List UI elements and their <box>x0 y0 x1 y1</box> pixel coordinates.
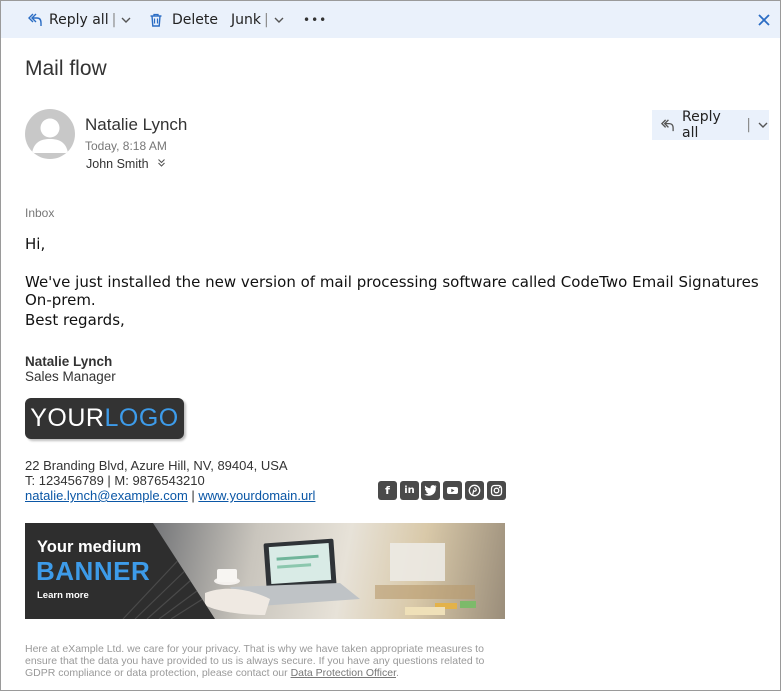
junk-label: Junk <box>231 11 261 28</box>
banner-headline: BANNER <box>36 556 151 586</box>
delete-button[interactable]: Delete <box>148 1 218 38</box>
privacy-end: . <box>396 667 399 679</box>
company-logo: YOUR LOGO <box>25 398 184 439</box>
message-date: Today, 8:18 AM <box>85 139 167 153</box>
signature-banner[interactable]: Your medium BANNER Learn more <box>25 523 505 619</box>
junk-button[interactable]: Junk | <box>231 1 285 38</box>
expand-recipients-icon[interactable] <box>157 157 166 171</box>
signature-address: 22 Branding Blvd, Azure Hill, NV, 89404,… <box>25 458 288 473</box>
facebook-icon[interactable]: f <box>378 481 397 500</box>
twitter-icon[interactable] <box>421 481 440 500</box>
folder-label: Inbox <box>25 206 55 220</box>
message-toolbar: Reply all | Delete Junk | ••• <box>1 1 780 38</box>
split-divider: | <box>111 11 117 28</box>
recipients[interactable]: John Smith <box>86 157 166 171</box>
logo-text-logo: LOGO <box>104 404 179 432</box>
reply-all-icon <box>660 118 675 133</box>
data-protection-officer-link[interactable]: Data Protection Officer <box>291 667 396 679</box>
signature-phones: T: 123456789 | M: 9876543210 <box>25 473 205 488</box>
more-icon: ••• <box>303 12 328 27</box>
logo-text-your: YOUR <box>30 404 105 432</box>
link-separator: | <box>187 488 199 503</box>
signature-name: Natalie Lynch <box>25 354 113 369</box>
recipient-name: John Smith <box>86 157 149 171</box>
reply-all-icon <box>27 12 43 28</box>
more-actions-button[interactable]: ••• <box>303 1 327 38</box>
website-link[interactable]: www.yourdomain.url <box>198 488 315 503</box>
message-body: We've just installed the new version of … <box>25 273 759 309</box>
email-link[interactable]: natalie.lynch@example.com <box>25 488 188 503</box>
trash-icon <box>148 12 164 28</box>
close-button[interactable] <box>757 1 771 38</box>
pinterest-icon[interactable] <box>465 481 484 500</box>
closing: Best regards, <box>25 311 125 329</box>
message-subject: Mail flow <box>25 57 107 80</box>
chevron-down-icon[interactable] <box>273 14 285 26</box>
instagram-icon[interactable] <box>487 481 506 500</box>
person-icon <box>32 118 68 153</box>
close-icon <box>757 13 771 27</box>
privacy-text: Here at eXample Ltd. we care for your pr… <box>25 643 485 679</box>
reply-all-toolbar-button[interactable]: Reply all | <box>27 1 132 38</box>
avatar[interactable] <box>25 109 75 159</box>
greeting: Hi, <box>25 235 46 253</box>
reply-all-label: Reply all <box>682 109 721 141</box>
split-divider: | <box>263 11 269 28</box>
split-divider: | <box>746 117 751 133</box>
chevron-down-icon[interactable] <box>757 119 769 131</box>
signature-links: natalie.lynch@example.com | www.yourdoma… <box>25 488 315 503</box>
banner-title: Your medium <box>37 538 142 556</box>
chevron-down-icon[interactable] <box>120 14 132 26</box>
reply-all-label: Reply all <box>49 11 109 28</box>
privacy-disclaimer: Here at eXample Ltd. we care for your pr… <box>25 643 505 679</box>
delete-label: Delete <box>172 11 218 28</box>
sender-name[interactable]: Natalie Lynch <box>85 115 187 135</box>
linkedin-icon[interactable]: in <box>400 481 419 500</box>
signature-title: Sales Manager <box>25 369 116 384</box>
reply-all-button[interactable]: Reply all | <box>652 109 769 141</box>
banner-learn-more[interactable]: Learn more <box>37 590 89 601</box>
youtube-icon[interactable] <box>443 481 462 500</box>
